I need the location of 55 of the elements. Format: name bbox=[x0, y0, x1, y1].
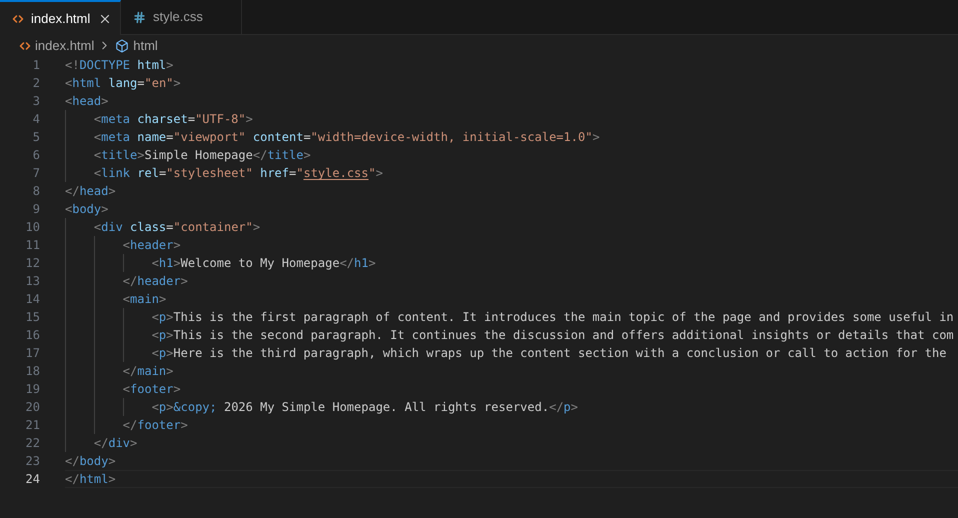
code-line: <meta name="viewport" content="width=device-width, initial-scale=1.0"> bbox=[92, 130, 600, 144]
code-line: <p>This is the first paragraph of content. It introduces the main topic of the page and provides some useful in bbox=[150, 310, 954, 324]
line-number: 17 bbox=[24, 345, 40, 362]
code-line: <title>Simple Homepage</title> bbox=[92, 148, 311, 162]
line-number: 19 bbox=[24, 381, 40, 398]
line-number: 18 bbox=[24, 363, 40, 380]
line-number: 23 bbox=[24, 453, 40, 470]
code-line: </html> bbox=[65, 471, 117, 488]
code-line: <p>&copy; 2026 My Simple Homepage. All rights reserved.</p> bbox=[150, 400, 578, 414]
breadcrumb-item[interactable]: index.html bbox=[35, 36, 94, 56]
editor-tab[interactable]: index.html bbox=[0, 0, 121, 35]
line-number: 10 bbox=[24, 219, 40, 236]
line-number: 11 bbox=[24, 237, 40, 254]
line-number: 20 bbox=[24, 399, 40, 416]
code-line: <link rel="stylesheet" href="style.css"> bbox=[92, 166, 383, 180]
line-number: 8 bbox=[32, 183, 40, 200]
code-line: <p>Here is the third paragraph, which wraps up the content section with a conclusion or call to action for the bbox=[150, 346, 946, 360]
code-icon bbox=[19, 40, 31, 52]
line-number: 5 bbox=[32, 129, 40, 146]
code-line: <!DOCTYPE html> bbox=[65, 58, 174, 72]
line-number: 1 bbox=[32, 57, 40, 74]
line-number: 4 bbox=[32, 111, 40, 128]
code-line: </footer> bbox=[122, 418, 188, 432]
code-line: <body> bbox=[65, 202, 108, 216]
line-number: 21 bbox=[24, 417, 40, 434]
line-number: 12 bbox=[24, 255, 40, 272]
code-line: <h1>Welcome to My Homepage</h1> bbox=[150, 256, 376, 270]
code-line: </header> bbox=[122, 274, 188, 288]
code-line: <head> bbox=[65, 94, 108, 108]
code-line: <meta charset="UTF-8"> bbox=[92, 112, 253, 126]
line-number: 9 bbox=[32, 201, 40, 218]
line-number: 13 bbox=[24, 273, 40, 290]
line-number: 15 bbox=[24, 309, 40, 326]
hash-icon bbox=[133, 10, 146, 24]
code-line: <p>This is the second paragraph. It continues the discussion and offers additional insights or details that com bbox=[150, 328, 954, 342]
line-number: 22 bbox=[24, 435, 40, 452]
code-line: </main> bbox=[122, 364, 174, 378]
code-line: <header> bbox=[122, 238, 181, 252]
code-line: <html lang="en"> bbox=[65, 76, 181, 90]
code-icon bbox=[12, 12, 24, 24]
code-line: </head> bbox=[65, 184, 116, 198]
breadcrumb-item[interactable]: html bbox=[133, 36, 158, 56]
line-number: 6 bbox=[32, 147, 40, 164]
line-number: 2 bbox=[32, 75, 40, 92]
cube-icon bbox=[115, 38, 130, 52]
line-number: 16 bbox=[24, 327, 40, 344]
code-line: <main> bbox=[122, 292, 166, 306]
code-line: <footer> bbox=[122, 382, 181, 396]
code-line: </body> bbox=[65, 454, 116, 468]
line-number: 7 bbox=[32, 165, 40, 182]
line-number: 24 bbox=[24, 471, 40, 488]
line-number: 14 bbox=[24, 291, 40, 308]
code-line: <div class="container"> bbox=[92, 220, 260, 234]
code-line: </div> bbox=[92, 436, 138, 450]
line-number: 3 bbox=[32, 93, 40, 110]
